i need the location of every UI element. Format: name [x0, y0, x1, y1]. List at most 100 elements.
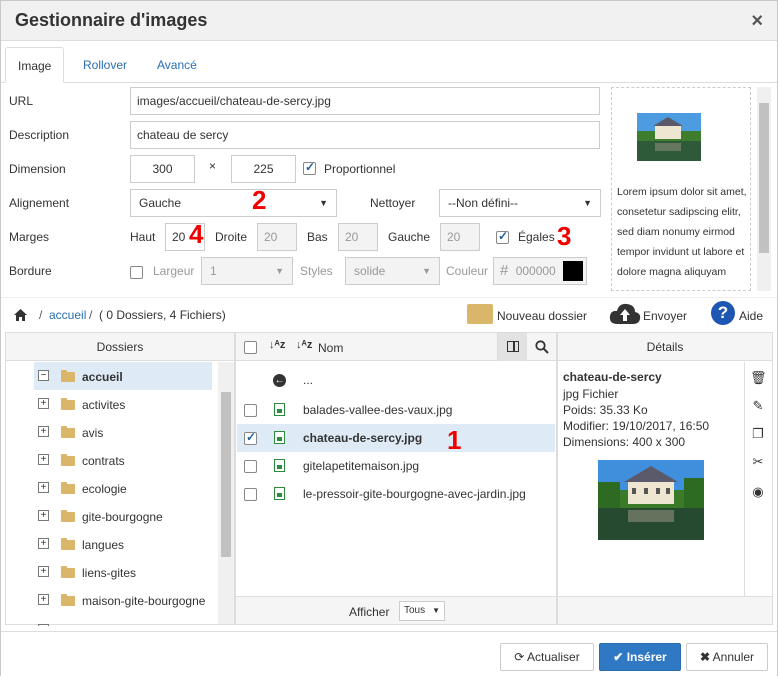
refresh-button[interactable]: ⟳ Actualiser	[500, 643, 594, 671]
chevron-down-icon: ▼	[275, 266, 284, 276]
folder-item[interactable]: + gite-bourgogne	[34, 502, 212, 530]
path-root-link[interactable]: accueil	[49, 308, 86, 322]
folder-icon	[61, 538, 75, 550]
tab-rollover[interactable]: Rollover	[71, 47, 139, 83]
refresh-label: Actualiser	[527, 650, 580, 664]
border-checkbox[interactable]	[130, 266, 143, 279]
path-separator: /	[89, 308, 93, 322]
bottom-margin-label: Bas	[307, 230, 328, 244]
cancel-button[interactable]: ✖ Annuler	[686, 643, 768, 671]
file-row[interactable]: chateau-de-sercy.jpg	[237, 424, 555, 452]
file-row[interactable]: balades-vallee-des-vaux.jpg	[237, 396, 555, 424]
new-folder-button[interactable]: Nouveau dossier	[467, 300, 597, 328]
border-styles-label: Styles	[300, 264, 333, 278]
edit-icon[interactable]: ✎	[750, 398, 766, 414]
expand-icon[interactable]: +	[38, 398, 49, 409]
color-swatch[interactable]	[563, 261, 583, 281]
detail-name: chateau-de-sercy	[563, 370, 662, 384]
collapse-icon[interactable]: −	[38, 370, 49, 381]
insert-button[interactable]: ✔ Insérer	[599, 643, 681, 671]
file-row[interactable]: le-pressoir-gite-bourgogne-avec-jardin.j…	[237, 480, 555, 508]
preview-thumbnail	[637, 113, 701, 161]
preview-scrollbar[interactable]	[757, 87, 771, 291]
expand-icon[interactable]: +	[38, 566, 49, 577]
folder-item[interactable]: + ecologie	[34, 474, 212, 502]
insert-label: Insérer	[626, 650, 667, 664]
details-header: Détails	[558, 333, 772, 361]
file-checkbox[interactable]	[244, 404, 257, 417]
folder-label: gite-bourgogne	[82, 510, 163, 524]
left-margin-input[interactable]: 20	[440, 223, 480, 251]
file-name: chateau-de-sercy.jpg	[303, 431, 423, 445]
folder-item[interactable]: + liens-gites	[34, 558, 212, 586]
right-margin-input[interactable]: 20	[257, 223, 297, 251]
show-filter-select[interactable]: Tous ▼	[399, 601, 445, 621]
expand-icon[interactable]	[38, 624, 49, 626]
image-file-icon	[274, 403, 285, 416]
alignment-select[interactable]: Gauche ▼	[130, 189, 337, 217]
folder-icon	[61, 398, 75, 410]
columns-view-button[interactable]	[497, 333, 527, 361]
file-checkbox[interactable]	[244, 430, 257, 445]
proportional-checkbox[interactable]	[303, 160, 316, 175]
folder-icon	[467, 304, 493, 324]
folder-item[interactable]: + activites	[34, 390, 212, 418]
folder-icon	[61, 510, 75, 522]
margins-label: Marges	[9, 230, 50, 244]
expand-icon[interactable]: +	[38, 538, 49, 549]
help-button[interactable]: ? Aide	[709, 300, 769, 328]
height-input[interactable]: 225	[231, 155, 296, 183]
folders-header: Dossiers	[6, 333, 234, 361]
folders-scrollbar[interactable]	[218, 362, 234, 624]
expand-icon[interactable]: +	[38, 454, 49, 465]
expand-icon[interactable]: +	[38, 482, 49, 493]
file-name: le-pressoir-gite-bourgogne-avec-jardin.j…	[303, 487, 526, 501]
search-icon[interactable]	[535, 340, 549, 354]
image-preview: Lorem ipsum dolor sit amet, consetetur s…	[611, 87, 751, 291]
url-input[interactable]: images/accueil/chateau-de-sercy.jpg	[130, 87, 600, 115]
folders-scrollbar-thumb[interactable]	[221, 392, 231, 557]
file-checkbox[interactable]	[244, 460, 257, 473]
border-styles-value: solide	[354, 264, 386, 278]
help-icon: ?	[711, 301, 735, 325]
preview-scrollbar-thumb[interactable]	[759, 103, 769, 253]
folder-item[interactable]: + maison-gite-bourgogne	[34, 586, 212, 614]
path-separator: /	[39, 308, 43, 322]
expand-icon[interactable]: +	[38, 594, 49, 605]
select-all-checkbox[interactable]	[244, 341, 257, 354]
file-name: ...	[303, 373, 314, 387]
copy-icon[interactable]: ❐	[750, 426, 766, 442]
tab-avance[interactable]: Avancé	[145, 47, 209, 83]
cut-icon[interactable]: ✂	[750, 454, 766, 470]
upload-button[interactable]: Envoyer	[609, 300, 693, 328]
sort-az-icon[interactable]: ↓ᴬz	[269, 339, 285, 351]
view-icon[interactable]: ◉	[750, 484, 766, 500]
bottom-margin-input[interactable]: 20	[338, 223, 378, 251]
name-column-header[interactable]: Nom	[318, 341, 343, 355]
border-width-select[interactable]: 1 ▼	[201, 257, 293, 285]
sort-name-icon[interactable]: ↓ᴬz	[296, 339, 312, 351]
home-icon[interactable]	[14, 309, 27, 321]
folder-item[interactable]: − accueil	[34, 362, 212, 390]
folders-panel: Dossiers − accueil + activites + avis + contrat…	[5, 332, 235, 626]
trash-icon[interactable]: 🗑	[750, 370, 767, 386]
files-panel: ↓ᴬz ↓ᴬz Nom ←... balades-vallee-des-vaux.…	[235, 332, 557, 625]
width-input[interactable]: 300	[130, 155, 195, 183]
clean-select[interactable]: --Non défini-- ▼	[439, 189, 601, 217]
expand-icon[interactable]: +	[38, 426, 49, 437]
tab-image[interactable]: Image	[5, 47, 65, 83]
file-row[interactable]: gitelapetitemaison.jpg	[237, 452, 555, 480]
equal-margins-label: Égales	[518, 230, 555, 244]
folder-item[interactable]: + avis	[34, 418, 212, 446]
expand-icon[interactable]: +	[38, 510, 49, 521]
close-icon[interactable]: ×	[751, 10, 763, 33]
equal-margins-checkbox[interactable]	[496, 229, 509, 244]
parent-folder-row[interactable]: ←...	[237, 368, 555, 396]
file-checkbox[interactable]	[244, 488, 257, 501]
folder-item[interactable]: + contrats	[34, 446, 212, 474]
folder-item[interactable]: + langues	[34, 530, 212, 558]
description-input[interactable]: chateau de sercy	[130, 121, 600, 149]
folder-label: avis	[82, 426, 104, 440]
border-styles-select[interactable]: solide ▼	[345, 257, 440, 285]
alignment-label: Alignement	[9, 196, 70, 210]
